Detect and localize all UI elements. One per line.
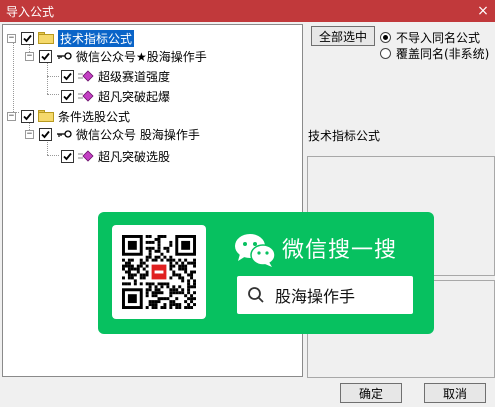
tree-node-label: 条件选股公式 [58, 109, 131, 124]
tree-item-breakout[interactable]: 超凡突破起爆 [61, 87, 170, 105]
check-icon [23, 112, 32, 120]
import-formula-dialog: 导入公式 × − 技术指标公式 − 微信公众号★股海操作手 超级赛道强度 超凡突… [0, 0, 495, 407]
check-icon [63, 72, 72, 80]
banner-search-text: 股海操作手 [275, 287, 356, 306]
collapse-toggle[interactable]: − [7, 33, 16, 43]
tree-checkbox[interactable] [21, 31, 34, 45]
window-title: 导入公式 [6, 4, 55, 19]
folder-icon [38, 32, 54, 44]
check-icon [23, 34, 32, 42]
check-icon [41, 130, 50, 138]
tree-checkbox[interactable] [39, 49, 52, 63]
cancel-button[interactable]: 取消 [424, 383, 486, 403]
select-all-button[interactable]: 全部选中 [311, 26, 375, 46]
tree-node-tech-indicators[interactable]: − 技术指标公式 [7, 29, 135, 47]
search-icon [248, 287, 264, 303]
tree-item-breakout-selection[interactable]: 超凡突破选股 [61, 147, 170, 165]
key-icon [57, 52, 72, 60]
formula-item-icon [78, 150, 94, 162]
check-icon [63, 152, 72, 160]
radio-label: 不导入同名公式 [396, 31, 481, 45]
collapse-toggle[interactable]: − [25, 129, 34, 139]
tree-node-label: 超级赛道强度 [98, 69, 171, 84]
wechat-search-banner: 微信搜一搜 股海操作手 [98, 212, 434, 334]
radio-label: 覆盖同名(非系统) [396, 47, 490, 61]
banner-title: 微信搜一搜 [282, 238, 398, 263]
tree-checkbox[interactable] [21, 109, 34, 123]
ok-button[interactable]: 确定 [340, 383, 402, 403]
check-icon [41, 52, 50, 60]
tree-node-label: 超凡突破起爆 [98, 89, 171, 104]
check-icon [63, 92, 72, 100]
tree-checkbox[interactable] [61, 89, 74, 103]
tree-node-author[interactable]: − 微信公众号 股海操作手 [25, 125, 200, 143]
tree-node-label: 超凡突破选股 [98, 149, 171, 164]
tree-checkbox[interactable] [61, 69, 74, 83]
tree-node-author[interactable]: − 微信公众号★股海操作手 [25, 47, 207, 65]
folder-icon [38, 110, 54, 122]
tree-checkbox[interactable] [61, 149, 74, 163]
title-bar: 导入公式 × [0, 0, 495, 22]
radio-button[interactable] [380, 32, 391, 43]
wechat-logo-icon [235, 234, 276, 267]
banner-search-box: 股海操作手 [237, 276, 413, 314]
qr-code-card [112, 225, 206, 319]
tree-node-label: 技术指标公式 [58, 29, 135, 47]
key-icon [57, 130, 72, 138]
close-button[interactable]: × [475, 3, 491, 19]
qr-code-icon [122, 235, 196, 309]
radio-skip-duplicates[interactable]: 不导入同名公式 [380, 29, 480, 46]
radio-overwrite-duplicates[interactable]: 覆盖同名(非系统) [380, 45, 489, 62]
tree-node-label: 微信公众号 股海操作手 [76, 127, 200, 142]
tree-item-super-track[interactable]: 超级赛道强度 [61, 67, 170, 85]
collapse-toggle[interactable]: − [7, 111, 16, 121]
description-section-label: 技术指标公式 [308, 129, 381, 143]
tree-node-stock-selection[interactable]: − 条件选股公式 [7, 107, 130, 125]
formula-item-icon [78, 90, 94, 102]
formula-item-icon [78, 70, 94, 82]
collapse-toggle[interactable]: − [25, 51, 34, 61]
tree-checkbox[interactable] [39, 127, 52, 141]
tree-node-label: 微信公众号★股海操作手 [76, 49, 207, 64]
radio-button[interactable] [380, 48, 391, 59]
